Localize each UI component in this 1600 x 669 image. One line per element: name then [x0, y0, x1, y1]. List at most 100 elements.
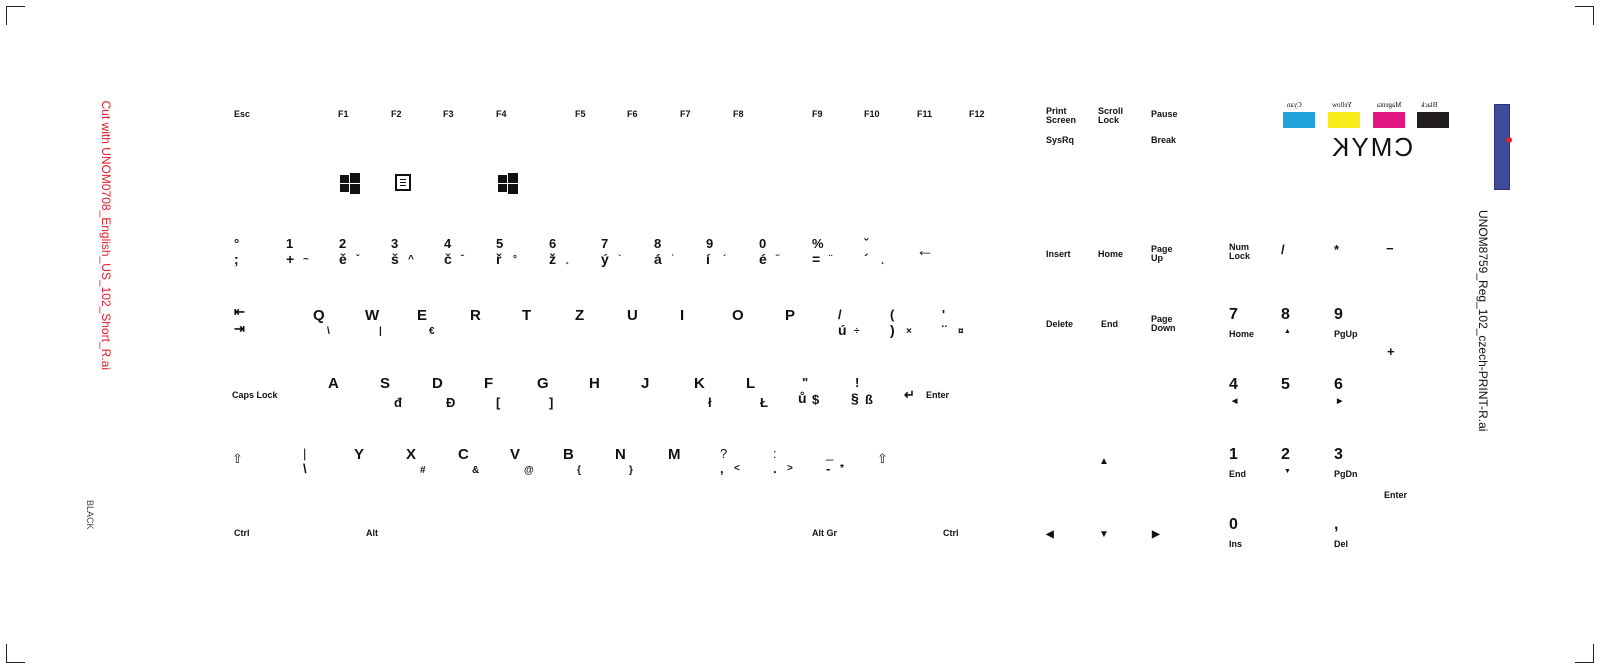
key-bottom-legend: ◀	[1232, 398, 1238, 405]
key-top-legend: °	[234, 236, 240, 251]
key-page-up[interactable]: Page Up	[1151, 245, 1173, 263]
key-top-legend: N	[615, 446, 626, 463]
key-f7[interactable]: F7	[680, 110, 691, 119]
key-alt[interactable]: Alt	[366, 529, 378, 538]
enter-label: Enter	[926, 390, 950, 400]
key-alt-legend: ß	[865, 392, 873, 407]
key-alt-legend: đ	[394, 395, 402, 410]
arrow-down-icon[interactable]: ▼	[1099, 529, 1109, 540]
key-alt-legend: @	[524, 465, 534, 476]
key-top-legend: 2	[339, 236, 347, 251]
key-alt-legend: ¨	[829, 254, 833, 265]
key-top-legend: _	[826, 446, 834, 461]
key-bottom-legend: ř	[496, 251, 502, 267]
key-f12[interactable]: F12	[969, 110, 985, 119]
key-bottom-legend: \	[303, 461, 307, 476]
windows-icon	[340, 173, 360, 194]
key-f9[interactable]: F9	[812, 110, 823, 119]
swatch-cyan	[1283, 112, 1315, 128]
key-top-legend: 0	[759, 236, 767, 251]
key-ctrl-left[interactable]: Ctrl	[234, 529, 250, 538]
key-scroll-lock[interactable]: Scroll Lock	[1098, 107, 1123, 125]
key-alt-legend: &	[472, 465, 480, 476]
key-alt-legend: ł	[708, 395, 712, 410]
key-f4[interactable]: F4	[496, 110, 507, 119]
key-f2[interactable]: F2	[391, 110, 402, 119]
key-f6[interactable]: F6	[627, 110, 638, 119]
key-top-legend: '	[942, 307, 946, 322]
key-home[interactable]: Home	[1098, 250, 1123, 259]
key-top-legend: K	[694, 375, 705, 392]
key-top-legend: A	[328, 375, 339, 392]
key-alt-legend: ~	[303, 254, 309, 265]
key-bottom-legend: ▶	[1337, 398, 1343, 405]
windows-icon	[498, 173, 518, 194]
key-top-legend: G	[537, 375, 549, 392]
key-num-minus[interactable]: −	[1386, 242, 1394, 255]
key-alt-legend: °	[513, 254, 517, 265]
key-alt-legend: ˛	[566, 254, 570, 265]
swatch-yellow	[1328, 112, 1360, 128]
key-top-legend: ˇ	[864, 236, 869, 251]
key-alt-legend: ˙	[671, 254, 675, 265]
arrow-up-icon[interactable]: ▲	[1099, 456, 1109, 467]
key-alt-legend: Đ	[446, 395, 456, 410]
key-pause[interactable]: Pause	[1151, 110, 1178, 119]
key-alt-legend: ÷	[854, 326, 860, 337]
key-f11[interactable]: F11	[917, 110, 932, 119]
plate-label: BLACK	[85, 500, 95, 530]
key-num-enter[interactable]: Enter	[1384, 491, 1407, 500]
key-f5[interactable]: F5	[575, 110, 586, 119]
key-top-legend: R	[470, 307, 481, 324]
menu-icon	[395, 174, 411, 191]
key-top-legend: X	[406, 446, 417, 463]
key-top-legend: W	[365, 307, 380, 324]
key-alt-legend: ]	[549, 395, 554, 410]
key-f10[interactable]: F10	[864, 110, 880, 119]
key-ctrl-right[interactable]: Ctrl	[943, 529, 959, 538]
key-num-lock[interactable]: Num Lock	[1229, 243, 1250, 261]
key-esc[interactable]: Esc	[234, 110, 250, 119]
key-bottom-legend: ž	[549, 251, 556, 267]
key-num-plus[interactable]: +	[1387, 345, 1395, 358]
key-f1[interactable]: F1	[338, 110, 349, 119]
key-print-screen[interactable]: Print Screen	[1046, 107, 1076, 125]
key-top-legend: 0	[1229, 516, 1238, 533]
key-alt-gr[interactable]: Alt Gr	[812, 529, 837, 538]
key-alt-legend: ¤	[958, 326, 964, 337]
key-alt-legend: `	[618, 254, 622, 265]
key-top-legend: Q	[313, 307, 325, 324]
key-bottom-legend: =	[812, 251, 821, 267]
shift-right-icon[interactable]: ⇧	[877, 452, 888, 465]
key-top-legend: 6	[1334, 376, 1343, 393]
arrow-left-icon[interactable]: ◀	[1046, 529, 1054, 540]
key-end[interactable]: End	[1101, 320, 1118, 329]
key-top-legend: I	[680, 307, 685, 324]
key-insert[interactable]: Insert	[1046, 250, 1071, 259]
key-delete[interactable]: Delete	[1046, 320, 1073, 329]
shift-left-icon[interactable]: ⇧	[232, 452, 243, 465]
key-f8[interactable]: F8	[733, 110, 744, 119]
key-num-multiply[interactable]: *	[1334, 243, 1339, 256]
crop-mark-top-right	[1575, 6, 1594, 25]
key-bottom-legend: á	[654, 251, 662, 267]
key-f3[interactable]: F3	[443, 110, 454, 119]
key-alt-legend: <	[734, 463, 740, 474]
key-page-down[interactable]: Page Down	[1151, 315, 1176, 333]
cmyk-title: CMYK	[1330, 132, 1414, 162]
key-bottom-legend: PgUp	[1334, 329, 1358, 339]
arrow-right-icon[interactable]: ▶	[1152, 529, 1160, 540]
key-caps-lock[interactable]: Caps Lock	[232, 391, 278, 400]
key-alt-legend: #	[420, 465, 426, 476]
key-bottom-legend: ,	[720, 461, 724, 476]
key-top-legend: M	[668, 446, 681, 463]
key-top-legend: 1	[1229, 446, 1238, 463]
key-alt-legend: ˝	[776, 254, 780, 265]
swatch-magenta	[1373, 112, 1405, 128]
key-top-legend: 3	[391, 236, 399, 251]
key-num-divide[interactable]: /	[1281, 243, 1285, 256]
crop-mark-top-left	[6, 6, 25, 25]
key-top-legend: %	[812, 236, 824, 251]
swatch-label: Yellow	[1332, 101, 1352, 109]
key-alt-legend: [	[496, 395, 501, 410]
